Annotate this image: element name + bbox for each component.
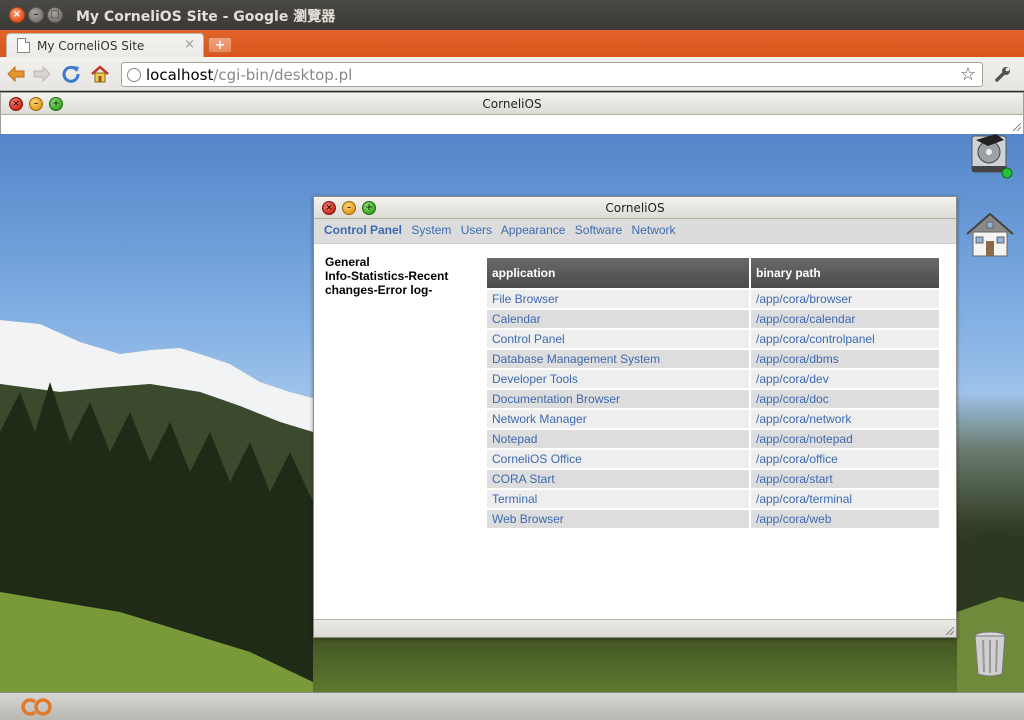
window-title: CorneliOS xyxy=(605,201,665,215)
home-icon[interactable] xyxy=(89,63,111,85)
cornelios-taskbar xyxy=(0,692,1024,720)
window-title: CorneliOS xyxy=(482,97,542,111)
hard-drive-icon[interactable] xyxy=(966,132,1014,180)
app-name-link[interactable]: Notepad xyxy=(487,430,749,448)
cornelios-logo-icon[interactable] xyxy=(18,695,58,719)
app-path-link[interactable]: /app/cora/notepad xyxy=(751,430,939,448)
table-row: Control Panel/app/cora/controlpanel xyxy=(487,330,939,348)
column-header-application[interactable]: application xyxy=(487,258,749,288)
window-body xyxy=(1,115,1023,134)
table-row: Notepad/app/cora/notepad xyxy=(487,430,939,448)
table-row: CorneliOS Office/app/cora/office xyxy=(487,450,939,468)
star-icon[interactable]: ☆ xyxy=(960,64,976,85)
app-name-link[interactable]: CORA Start xyxy=(487,470,749,488)
app-path-link[interactable]: /app/cora/start xyxy=(751,470,939,488)
table-header-row: application binary path xyxy=(487,258,939,288)
sidebar-item-changes-error-log[interactable]: changes-Error log- xyxy=(325,283,465,297)
app-path-link[interactable]: /app/cora/office xyxy=(751,450,939,468)
page-icon xyxy=(17,38,30,53)
table-row: CORA Start/app/cora/start xyxy=(487,470,939,488)
os-minimize-button[interactable]: – xyxy=(28,7,44,23)
app-name-link[interactable]: CorneliOS Office xyxy=(487,450,749,468)
app-name-link[interactable]: Web Browser xyxy=(487,510,749,528)
table-row: File Browser/app/cora/browser xyxy=(487,290,939,308)
trash-icon[interactable] xyxy=(972,630,1008,678)
app-path-link[interactable]: /app/cora/dbms xyxy=(751,350,939,368)
menu-software[interactable]: Software xyxy=(575,223,622,237)
url-text: localhost/cgi-bin/desktop.pl xyxy=(146,66,353,84)
os-maximize-button[interactable]: □ xyxy=(47,7,63,23)
globe-icon xyxy=(127,68,141,82)
app-path-link[interactable]: /app/cora/network xyxy=(751,410,939,428)
table-row: Calendar/app/cora/calendar xyxy=(487,310,939,328)
cornelios-control-panel-window: × – + CorneliOS Control Panel System Use… xyxy=(313,196,957,638)
app-path-link[interactable]: /app/cora/web xyxy=(751,510,939,528)
resize-grip-icon[interactable] xyxy=(946,627,954,635)
table-row: Database Management System/app/cora/dbms xyxy=(487,350,939,368)
window-titlebar[interactable]: × – + CorneliOS xyxy=(314,197,956,219)
browser-tabstrip: My CorneliOS Site × + xyxy=(0,30,1024,57)
table-row: Web Browser/app/cora/web xyxy=(487,510,939,528)
os-close-button[interactable]: × xyxy=(9,7,25,23)
tab-close-icon[interactable]: × xyxy=(184,37,195,52)
sidebar-item-info-statistics[interactable]: Info-Statistics-Recent xyxy=(325,269,465,283)
forward-arrow-icon[interactable] xyxy=(31,63,53,85)
os-window-title: My CorneliOS Site - Google 瀏覽器 xyxy=(76,9,336,25)
window-menubar: Control Panel System Users Appearance So… xyxy=(314,219,956,244)
sidebar-nav: General Info-Statistics-Recent changes-E… xyxy=(325,255,465,297)
app-path-link[interactable]: /app/cora/dev xyxy=(751,370,939,388)
window-content: General Info-Statistics-Recent changes-E… xyxy=(314,244,956,617)
app-path-link[interactable]: /app/cora/doc xyxy=(751,390,939,408)
table-row: Documentation Browser/app/cora/doc xyxy=(487,390,939,408)
home-icon[interactable] xyxy=(964,210,1016,260)
sidebar-item-general[interactable]: General xyxy=(325,255,465,269)
menu-system[interactable]: System xyxy=(411,223,451,237)
browser-toolbar: localhost/cgi-bin/desktop.pl ☆ xyxy=(0,57,1024,91)
window-statusbar xyxy=(314,619,956,637)
app-name-link[interactable]: Developer Tools xyxy=(487,370,749,388)
app-name-link[interactable]: File Browser xyxy=(487,290,749,308)
app-path-link[interactable]: /app/cora/terminal xyxy=(751,490,939,508)
menu-users[interactable]: Users xyxy=(461,223,492,237)
wrench-icon[interactable] xyxy=(992,63,1014,85)
menu-control-panel[interactable]: Control Panel xyxy=(324,223,402,237)
app-name-link[interactable]: Calendar xyxy=(487,310,749,328)
table-row: Terminal/app/cora/terminal xyxy=(487,490,939,508)
app-path-link[interactable]: /app/cora/browser xyxy=(751,290,939,308)
menu-appearance[interactable]: Appearance xyxy=(501,223,566,237)
app-path-link[interactable]: /app/cora/calendar xyxy=(751,310,939,328)
app-name-link[interactable]: Control Panel xyxy=(487,330,749,348)
new-tab-button[interactable]: + xyxy=(208,37,232,53)
app-name-link[interactable]: Network Manager xyxy=(487,410,749,428)
resize-grip-icon[interactable] xyxy=(1013,123,1021,131)
table-row: Network Manager/app/cora/network xyxy=(487,410,939,428)
tab-title: My CorneliOS Site xyxy=(37,39,145,53)
address-bar[interactable]: localhost/cgi-bin/desktop.pl ☆ xyxy=(121,62,983,87)
column-header-binary-path[interactable]: binary path xyxy=(751,258,939,288)
app-name-link[interactable]: Database Management System xyxy=(487,350,749,368)
reload-icon[interactable] xyxy=(60,63,82,85)
table-row: Developer Tools/app/cora/dev xyxy=(487,370,939,388)
browser-tab[interactable]: My CorneliOS Site × xyxy=(6,33,204,57)
menu-network[interactable]: Network xyxy=(632,223,676,237)
os-window-titlebar: × – □ My CorneliOS Site - Google 瀏覽器 xyxy=(0,0,1024,30)
desktop-viewport: × – + CorneliOS × – + CorneliOS Control … xyxy=(0,92,1024,720)
back-arrow-icon[interactable] xyxy=(5,63,27,85)
cornelios-top-window: × – + CorneliOS xyxy=(0,92,1024,134)
applications-table: application binary path File Browser/app… xyxy=(485,256,941,530)
app-name-link[interactable]: Terminal xyxy=(487,490,749,508)
app-path-link[interactable]: /app/cora/controlpanel xyxy=(751,330,939,348)
table-body: File Browser/app/cora/browser Calendar/a… xyxy=(487,290,939,528)
window-titlebar[interactable]: × – + CorneliOS xyxy=(1,93,1023,115)
app-name-link[interactable]: Documentation Browser xyxy=(487,390,749,408)
